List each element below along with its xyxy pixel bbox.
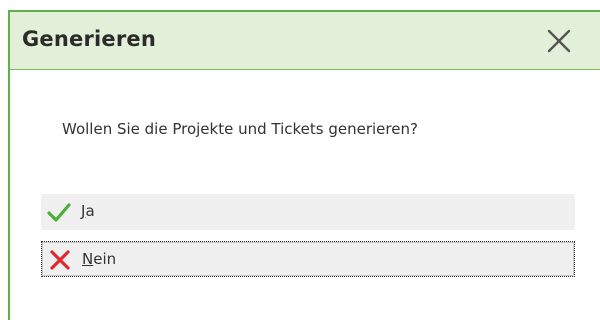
yes-option-button[interactable]: Ja [41,194,575,230]
close-button[interactable] [538,22,578,60]
no-option-label: Nein [82,250,117,268]
checkmark-icon [47,203,71,222]
close-icon [547,29,571,53]
cross-icon [50,250,70,270]
no-option-button[interactable]: Nein [41,241,575,277]
generate-dialog: Generieren Wollen Sie die Projekte und T… [8,10,600,320]
yes-option-label: Ja [81,202,95,220]
dialog-titlebar: Generieren [10,12,600,70]
dialog-title: Generieren [22,27,157,51]
dialog-message: Wollen Sie die Projekte und Tickets gene… [62,120,418,138]
